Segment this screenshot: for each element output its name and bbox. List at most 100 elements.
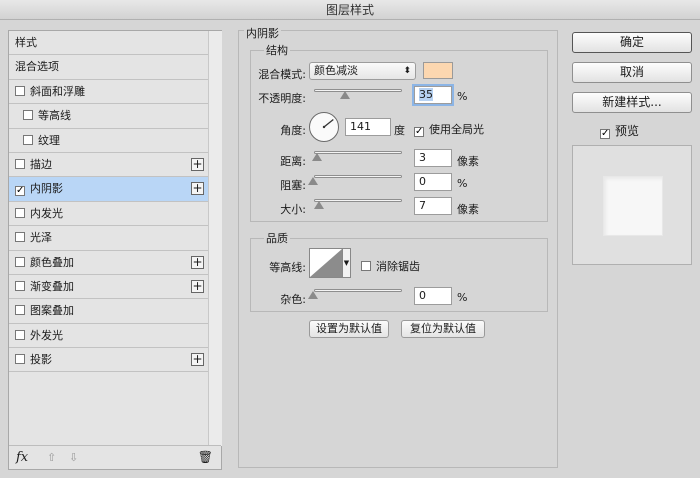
size-slider-track[interactable] (314, 199, 402, 202)
global-light-label: 使用全局光 (429, 123, 484, 136)
angle-unit: 度 (394, 124, 405, 137)
opacity-slider-track[interactable] (314, 89, 402, 92)
style-item[interactable]: 外发光 (9, 324, 208, 349)
style-item-label: 渐变叠加 (30, 279, 74, 293)
contour-preview[interactable] (309, 248, 343, 278)
angle-input[interactable]: 141 (345, 118, 391, 136)
blend-options-item[interactable]: 混合选项 (9, 55, 208, 80)
preview-swatch (603, 176, 663, 236)
style-item-label: 图案叠加 (30, 304, 74, 318)
styles-list-panel: 样式 混合选项 斜面和浮雕 等高线 纹理 描边 + ✓ 内阴影 + 内发光 光泽 颜色叠加 + 渐变叠加… (8, 30, 222, 470)
choke-input[interactable]: 0 (414, 173, 452, 191)
noise-label: 杂色: (280, 293, 306, 306)
distance-unit: 像素 (457, 155, 479, 168)
global-light-checkbox[interactable]: ✓ 使用全局光 (414, 121, 484, 137)
add-style-plus-icon[interactable]: + (191, 157, 204, 171)
ok-button[interactable]: 确定 (572, 32, 692, 53)
distance-input[interactable]: 3 (414, 149, 452, 167)
noise-slider-thumb[interactable] (308, 291, 318, 299)
reset-default-button[interactable]: 复位为默认值 (401, 320, 485, 338)
style-item-checkbox[interactable] (15, 232, 25, 243)
style-item[interactable]: 渐变叠加 + (9, 275, 208, 300)
global-light-check-icon: ✓ (414, 126, 424, 137)
noise-input[interactable]: 0 (414, 287, 452, 305)
style-item[interactable]: 投影 + (9, 348, 208, 373)
new-style-button[interactable]: 新建样式... (572, 92, 692, 113)
noise-slider-track[interactable] (314, 289, 402, 292)
style-item-label: 内发光 (30, 206, 63, 220)
style-item[interactable]: 内发光 (9, 202, 208, 227)
select-arrows-icon: ⬍ (403, 66, 411, 76)
styles-header[interactable]: 样式 (9, 31, 208, 56)
distance-slider-track[interactable] (314, 151, 402, 154)
style-item[interactable]: 颜色叠加 + (9, 251, 208, 275)
add-style-plus-icon[interactable]: + (191, 255, 204, 269)
fx-icon[interactable]: fx (16, 450, 28, 465)
style-item[interactable]: 斜面和浮雕 (9, 80, 208, 105)
preview-checkbox[interactable]: ✓ 预览 (600, 122, 639, 139)
size-slider-thumb[interactable] (314, 201, 324, 209)
shadow-color-swatch[interactable] (423, 62, 453, 79)
style-item[interactable]: 描边 + (9, 153, 208, 178)
angle-label: 角度: (280, 124, 306, 137)
opacity-label: 不透明度: (258, 92, 306, 105)
add-style-plus-icon[interactable]: + (191, 353, 204, 367)
style-item[interactable]: 纹理 (9, 129, 208, 153)
choke-label: 阻塞: (280, 179, 306, 192)
opacity-slider-thumb[interactable] (340, 91, 350, 99)
styles-list-scrollbar[interactable] (208, 31, 222, 446)
style-item[interactable]: 图案叠加 (9, 299, 208, 324)
antialias-checkbox[interactable]: 消除锯齿 (361, 258, 420, 274)
style-item[interactable]: ✓ 内阴影 + (9, 177, 208, 202)
style-item-checkbox[interactable] (15, 85, 25, 96)
make-default-button[interactable]: 设置为默认值 (309, 320, 389, 338)
style-item-checkbox[interactable] (15, 280, 25, 291)
style-item-label: 颜色叠加 (30, 255, 74, 269)
style-item-label: 描边 (30, 157, 52, 171)
antialias-check-icon (361, 261, 371, 271)
style-item-label: 纹理 (38, 133, 60, 147)
blend-mode-select[interactable]: 颜色减淡 ⬍ (309, 62, 416, 80)
choke-slider-thumb[interactable] (308, 177, 318, 185)
style-item-label: 内阴影 (30, 182, 63, 196)
distance-slider-thumb[interactable] (312, 153, 322, 161)
size-unit: 像素 (457, 203, 479, 216)
move-up-icon[interactable]: ⇧ (47, 451, 56, 464)
blend-mode-value: 颜色减淡 (314, 64, 358, 77)
styles-list: 样式 混合选项 斜面和浮雕 等高线 纹理 描边 + ✓ 内阴影 + 内发光 光泽 颜色叠加 + 渐变叠加… (9, 31, 208, 373)
choke-unit: % (457, 177, 468, 190)
cancel-button[interactable]: 取消 (572, 62, 692, 83)
style-item-checkbox[interactable] (15, 305, 25, 316)
angle-dial-needle-icon (322, 118, 334, 129)
trash-icon[interactable]: 🗑 (198, 450, 213, 464)
window-title: 图层样式 (0, 0, 700, 20)
structure-title: 结构 (264, 42, 290, 58)
style-item[interactable]: 等高线 (9, 104, 208, 129)
style-item-checkbox[interactable] (23, 110, 33, 121)
style-item-checkbox[interactable] (15, 329, 25, 340)
size-input[interactable]: 7 (414, 197, 452, 215)
angle-dial[interactable] (309, 112, 339, 142)
style-item-checkbox[interactable] (15, 207, 25, 218)
style-item-checkbox[interactable] (15, 158, 25, 169)
styles-list-footer: fx ⇧ ⇩ 🗑 (9, 445, 221, 469)
choke-slider-track[interactable] (314, 175, 402, 178)
style-item-checkbox[interactable] (23, 134, 33, 145)
style-item-label: 光泽 (30, 231, 52, 245)
add-style-plus-icon[interactable]: + (191, 182, 204, 196)
style-item-label: 投影 (30, 353, 52, 367)
style-item[interactable]: 光泽 (9, 226, 208, 251)
style-preview (572, 145, 692, 265)
style-item-checkbox[interactable] (15, 354, 25, 365)
style-item-checkbox[interactable] (15, 256, 25, 267)
opacity-input[interactable]: 35 (414, 86, 452, 104)
add-style-plus-icon[interactable]: + (191, 279, 204, 293)
quality-title: 品质 (264, 230, 290, 246)
blend-mode-label: 混合模式: (258, 68, 306, 81)
contour-curve-icon (310, 249, 342, 277)
style-item-checkbox[interactable]: ✓ (15, 186, 25, 197)
move-down-icon[interactable]: ⇩ (69, 451, 78, 464)
style-item-label: 等高线 (38, 109, 71, 123)
preview-label: 预览 (615, 124, 640, 138)
contour-dropdown-icon[interactable]: ▼ (343, 248, 351, 278)
